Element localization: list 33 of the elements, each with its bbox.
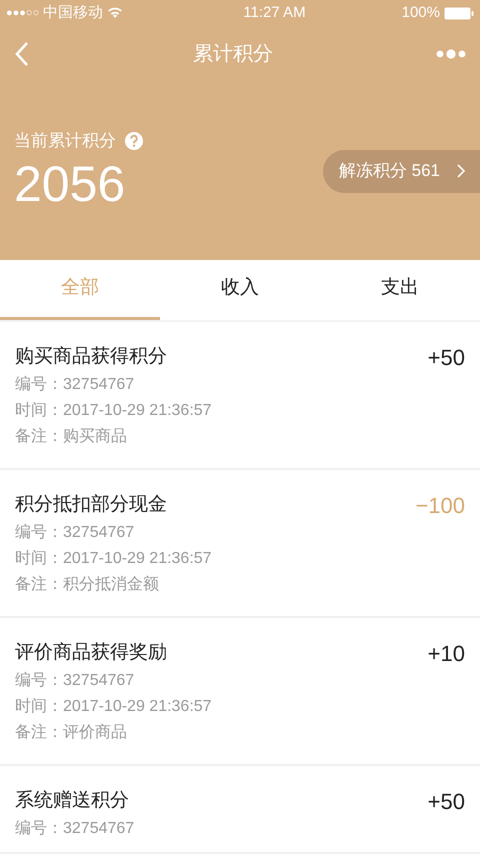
tab[interactable]: 收入 xyxy=(160,260,320,320)
points-amount: +10 xyxy=(428,640,465,668)
back-icon[interactable] xyxy=(14,41,30,67)
record-detail: 备注：积分抵消金额 xyxy=(15,574,159,595)
points-amount: −100 xyxy=(415,492,465,520)
record-title: 评价商品获得奖励 xyxy=(15,640,167,665)
record-detail: 编号：32754767 xyxy=(15,818,134,839)
battery-icon xyxy=(444,6,474,20)
record-detail: 编号：32754767 xyxy=(15,670,134,691)
tab[interactable]: 支出 xyxy=(320,260,480,320)
carrier-name: 中国移动 xyxy=(43,2,104,23)
wifi-icon xyxy=(107,7,124,19)
clock: 11:27 AM xyxy=(242,2,306,23)
more-icon[interactable] xyxy=(436,48,466,60)
chevron-icon xyxy=(456,163,466,179)
record-detail: 时间：2017-10-29 21:36:57 xyxy=(15,400,212,421)
signal-indicator: ●●●○○ xyxy=(6,6,40,21)
record-detail: 备注：购买商品 xyxy=(15,426,127,447)
record-detail: 时间：2017-10-29 21:36:57 xyxy=(15,548,212,569)
record-title: 系统赠送积分 xyxy=(15,788,129,813)
record-detail: 备注：评价商品 xyxy=(15,722,127,743)
summary-label: 当前累计积分 xyxy=(14,130,116,152)
record-title: 积分抵扣部分现金 xyxy=(15,492,167,517)
points-amount: +50 xyxy=(428,788,465,816)
help-icon[interactable] xyxy=(124,131,144,151)
points-total: 2056 xyxy=(14,154,126,214)
record-detail: 编号：32754767 xyxy=(15,374,134,395)
record-detail: 时间：2017-10-29 21:36:57 xyxy=(15,696,212,717)
battery-level: 100% xyxy=(402,2,440,23)
record-title: 购买商品获得积分 xyxy=(15,344,167,369)
page-title: 累计积分 xyxy=(193,42,273,67)
points-amount: +50 xyxy=(428,344,465,372)
record-detail: 编号：32754767 xyxy=(15,522,134,543)
